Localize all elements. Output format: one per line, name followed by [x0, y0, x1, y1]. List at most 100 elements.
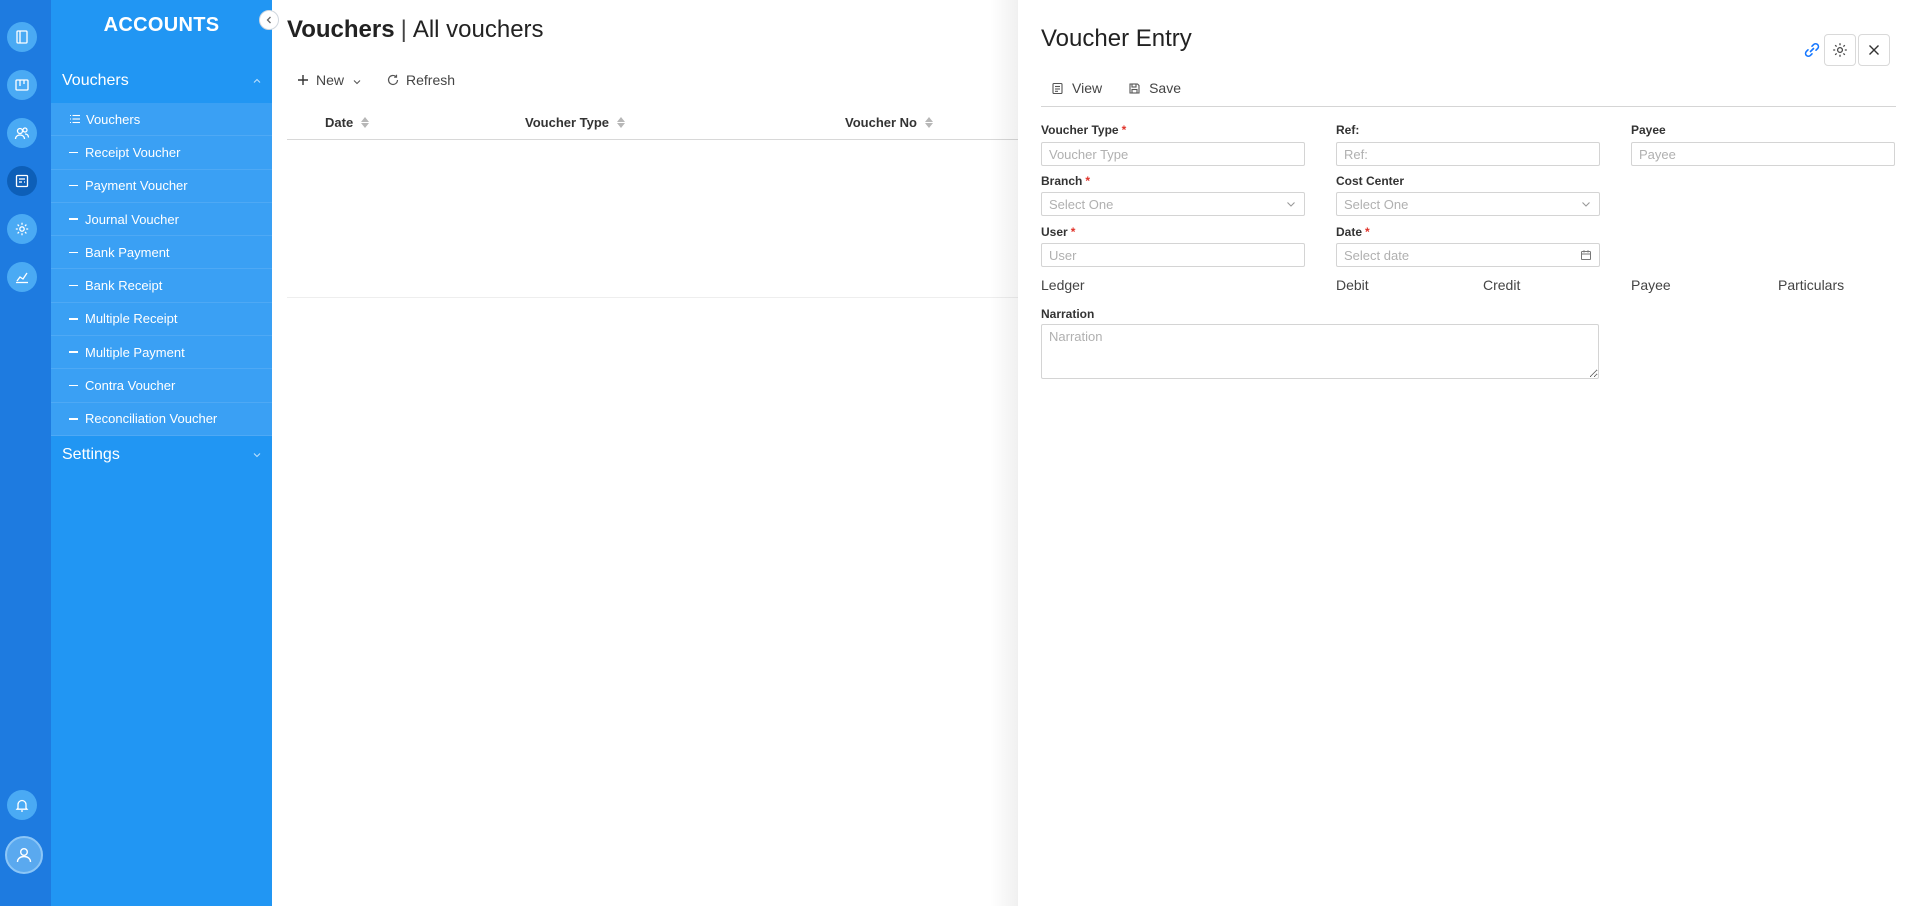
- sidebar-item-bank-payment[interactable]: Bank Payment: [51, 236, 272, 270]
- chevron-down-icon: [253, 453, 261, 458]
- sidebar-item-label: Bank Receipt: [85, 278, 163, 294]
- required-marker: *: [1121, 123, 1127, 137]
- dash-icon: [69, 318, 78, 320]
- close-drawer-button[interactable]: [1858, 34, 1890, 66]
- view-button-label: View: [1072, 80, 1103, 96]
- date-picker[interactable]: Select date: [1336, 243, 1600, 267]
- collapse-sidebar-button[interactable]: [259, 10, 279, 30]
- dash-icon: [69, 418, 78, 420]
- field-label-text: Date: [1336, 225, 1363, 239]
- link-icon: [1804, 42, 1820, 58]
- sidebar-item-receipt-voucher[interactable]: Receipt Voucher: [51, 136, 272, 170]
- view-button[interactable]: View: [1051, 80, 1102, 96]
- column-header-label: Voucher No: [845, 115, 917, 130]
- refresh-button[interactable]: Refresh: [386, 72, 455, 88]
- sidebar-item-bank-receipt[interactable]: Bank Receipt: [51, 269, 272, 303]
- branch-select-placeholder: Select One: [1049, 196, 1114, 212]
- ref-input[interactable]: [1336, 142, 1600, 166]
- chevron-up-icon: [253, 78, 261, 83]
- date-picker-placeholder: Select date: [1344, 247, 1410, 263]
- grid-column-credit: Credit: [1483, 277, 1521, 293]
- sidebar-item-contra-voucher[interactable]: Contra Voucher: [51, 369, 272, 403]
- chevron-down-icon: [1287, 202, 1295, 207]
- sidebar-item-label: Multiple Payment: [85, 344, 185, 360]
- user-input[interactable]: [1041, 243, 1305, 267]
- ledger-icon[interactable]: [7, 166, 37, 196]
- sidebar-item-label: Multiple Receipt: [85, 311, 178, 327]
- drawer-settings-button[interactable]: [1824, 34, 1856, 66]
- bell-icon[interactable]: [7, 790, 37, 820]
- cost-center-select-placeholder: Select One: [1344, 196, 1409, 212]
- page-title-separator: |: [400, 16, 407, 43]
- sidebar-item-vouchers[interactable]: Vouchers: [51, 103, 272, 137]
- save-button[interactable]: Save: [1128, 80, 1181, 96]
- sidebar-section-label: Settings: [62, 446, 120, 463]
- board-icon[interactable]: [7, 70, 37, 100]
- voucher-entry-drawer: Voucher Entry View Save Voucher Type* Re…: [1018, 0, 1910, 906]
- sort-icon: [617, 117, 626, 128]
- calendar-icon: [1581, 250, 1591, 260]
- sidebar-item-label: Vouchers: [86, 111, 141, 127]
- table-divider: [287, 297, 1018, 298]
- settings-icon[interactable]: [7, 214, 37, 244]
- new-button[interactable]: New: [296, 72, 362, 88]
- dash-icon: [69, 384, 78, 387]
- book-icon[interactable]: [7, 22, 37, 52]
- user-label: User *: [1041, 225, 1075, 239]
- gear-icon: [1833, 43, 1847, 57]
- column-header-label: Voucher Type: [525, 115, 610, 130]
- sidebar-title: ACCOUNTS: [103, 14, 220, 36]
- dash-icon: [69, 351, 78, 353]
- user-avatar-icon[interactable]: [5, 836, 43, 874]
- plus-icon: [298, 75, 308, 85]
- cost-center-select[interactable]: Select One: [1336, 192, 1600, 216]
- voucher-type-input[interactable]: [1041, 142, 1305, 166]
- required-marker: *: [1085, 174, 1091, 188]
- sidebar-item-journal-voucher[interactable]: Journal Voucher: [51, 203, 272, 237]
- sidebar-section-settings[interactable]: Settings: [51, 438, 272, 472]
- narration-label: Narration: [1041, 307, 1095, 321]
- dash-icon: [69, 218, 78, 220]
- column-header-date[interactable]: Date: [325, 115, 370, 130]
- sidebar-item-label: Contra Voucher: [85, 378, 176, 394]
- sidebar: ACCOUNTS Vouchers Vouchers Receipt Vouch…: [51, 0, 272, 906]
- sidebar-item-reconciliation-voucher[interactable]: Reconciliation Voucher: [51, 403, 272, 436]
- sidebar-section-label: Vouchers: [62, 72, 129, 89]
- sidebar-item-label: Receipt Voucher: [85, 144, 181, 160]
- column-header-voucher-type[interactable]: Voucher Type: [525, 115, 626, 130]
- field-label-text: Branch: [1041, 174, 1083, 188]
- dash-icon: [69, 284, 78, 287]
- branch-label: Branch *: [1041, 174, 1090, 188]
- sidebar-item-label: Reconciliation Voucher: [85, 411, 218, 427]
- table-header: Date Voucher Type Voucher No: [287, 106, 1018, 140]
- field-label-text: User: [1041, 225, 1068, 239]
- grid-column-ledger: Ledger: [1041, 277, 1085, 293]
- dash-icon: [69, 184, 78, 187]
- list-toolbar: New Refresh: [296, 72, 455, 88]
- app-window: ACCOUNTS Vouchers Vouchers Receipt Vouch…: [0, 0, 1910, 906]
- users-icon[interactable]: [7, 118, 37, 148]
- chart-icon[interactable]: [7, 262, 37, 292]
- list-icon: [70, 115, 80, 124]
- refresh-icon: [387, 74, 399, 86]
- payee-input[interactable]: [1631, 142, 1895, 166]
- sidebar-item-payment-voucher[interactable]: Payment Voucher: [51, 170, 272, 203]
- chevron-down-icon: [1582, 202, 1590, 207]
- narration-textarea[interactable]: [1041, 324, 1599, 379]
- grid-column-payee: Payee: [1631, 277, 1671, 293]
- required-marker: *: [1070, 225, 1076, 239]
- dash-icon: [69, 251, 78, 254]
- sidebar-item-multiple-receipt[interactable]: Multiple Receipt: [51, 303, 272, 337]
- field-label-text: Voucher Type: [1041, 123, 1119, 137]
- grid-column-particulars: Particulars: [1778, 277, 1845, 293]
- column-header-voucher-no[interactable]: Voucher No: [845, 115, 933, 130]
- sidebar-item-label: Payment Voucher: [85, 178, 188, 194]
- voucher-type-label: Voucher Type *: [1041, 123, 1126, 137]
- sidebar-item-multiple-payment[interactable]: Multiple Payment: [51, 336, 272, 370]
- save-icon: [1129, 82, 1140, 94]
- payee-label: Payee: [1631, 123, 1666, 137]
- branch-select[interactable]: Select One: [1041, 192, 1305, 216]
- chevron-left-icon: [266, 16, 271, 24]
- date-label: Date *: [1336, 225, 1370, 239]
- sidebar-section-vouchers[interactable]: Vouchers: [51, 64, 272, 98]
